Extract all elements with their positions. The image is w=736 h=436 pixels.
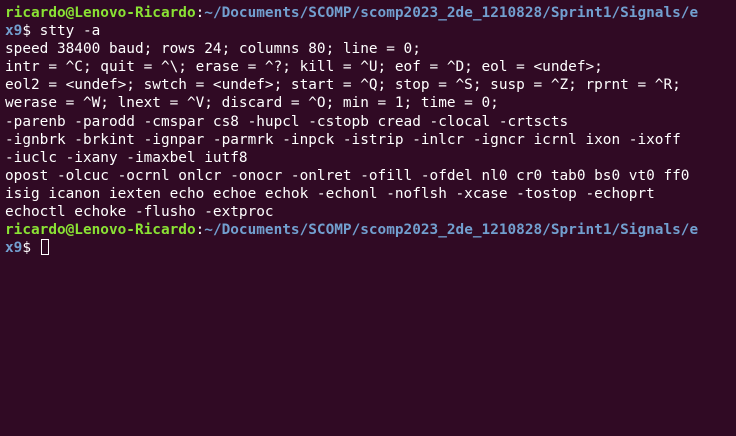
prompt-separator: :	[195, 5, 205, 21]
prompt-line-2: ricardo@Lenovo-Ricardo:~/Documents/SCOMP…	[5, 221, 736, 239]
prompt-symbol: $	[22, 240, 40, 257]
output-line: isig icanon iexten echo echoe echok -ech…	[5, 185, 655, 202]
output-line: speed 38400 baud; rows 24; columns 80; l…	[5, 41, 421, 58]
terminal-window[interactable]: ricardo@Lenovo-Ricardo:~/Documents/SCOMP…	[0, 0, 736, 436]
prompt-line-1: ricardo@Lenovo-Ricardo:~/Documents/SCOMP…	[5, 4, 736, 22]
prompt-path: ~/Documents/SCOMP/scomp2023_2de_1210828/…	[204, 222, 699, 239]
prompt-path-wrap: x9	[5, 240, 23, 257]
prompt-path: ~/Documents/SCOMP/scomp2023_2de_1210828/…	[204, 5, 699, 21]
text-cursor[interactable]	[40, 239, 49, 256]
output-line: -parenb -parodd -cmspar cs8 -hupcl -csto…	[5, 113, 569, 130]
prompt-separator: :	[195, 222, 205, 239]
prompt-user-host: ricardo@Lenovo-Ricardo	[5, 222, 196, 239]
output-line: -ignbrk -brkint -ignpar -parmrk -inpck -…	[5, 131, 681, 148]
prompt-line-1-wrap: x9$ stty -a	[5, 22, 736, 40]
output-line: werase = ^W; lnext = ^V; discard = ^O; m…	[5, 95, 499, 112]
output-line: intr = ^C; quit = ^\; erase = ^?; kill =…	[5, 59, 603, 76]
prompt-user-host: ricardo@Lenovo-Ricardo	[5, 5, 196, 21]
command-text: stty -a	[39, 23, 101, 40]
output-line: eol2 = <undef>; swtch = <undef>; start =…	[5, 77, 681, 94]
output-line: echoctl echoke -flusho -extproc	[5, 204, 274, 221]
output-line: -iuclc -ixany -imaxbel iutf8	[5, 149, 248, 166]
prompt-path-wrap: x9	[5, 23, 23, 40]
output-line: opost -olcuc -ocrnl onlcr -onocr -onlret…	[5, 167, 690, 184]
prompt-line-2-wrap: x9$	[5, 239, 736, 257]
prompt-symbol: $	[22, 23, 40, 40]
